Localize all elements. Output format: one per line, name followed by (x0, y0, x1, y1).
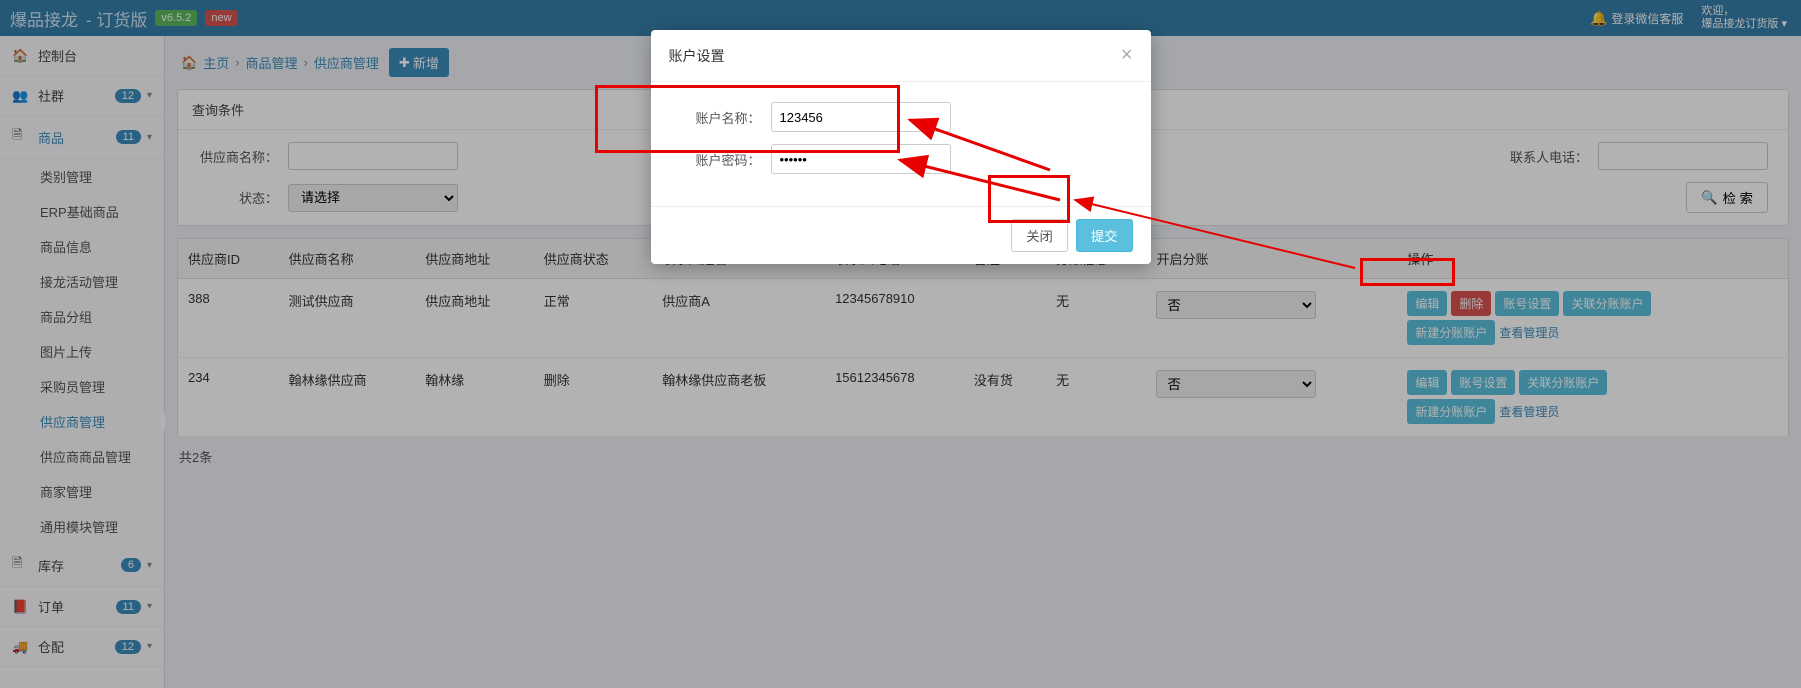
modal-close-btn[interactable]: 关闭 (1011, 219, 1068, 252)
modal-body: 账户名称： 账户密码： (651, 82, 1151, 206)
account-name-label: 账户名称： (681, 108, 761, 127)
modal-close-button[interactable]: × (1121, 44, 1133, 67)
modal-title: 账户设置 (669, 46, 725, 66)
form-row-name: 账户名称： (681, 102, 1121, 132)
modal-submit-btn[interactable]: 提交 (1076, 219, 1133, 252)
account-password-input[interactable] (771, 144, 951, 174)
form-row-password: 账户密码： (681, 144, 1121, 174)
account-name-input[interactable] (771, 102, 951, 132)
modal-header: 账户设置 × (651, 30, 1151, 82)
close-icon: × (1121, 44, 1133, 66)
account-password-label: 账户密码： (681, 150, 761, 169)
modal-footer: 关闭 提交 (651, 206, 1151, 264)
account-settings-modal: 账户设置 × 账户名称： 账户密码： 关闭 提交 (651, 30, 1151, 264)
